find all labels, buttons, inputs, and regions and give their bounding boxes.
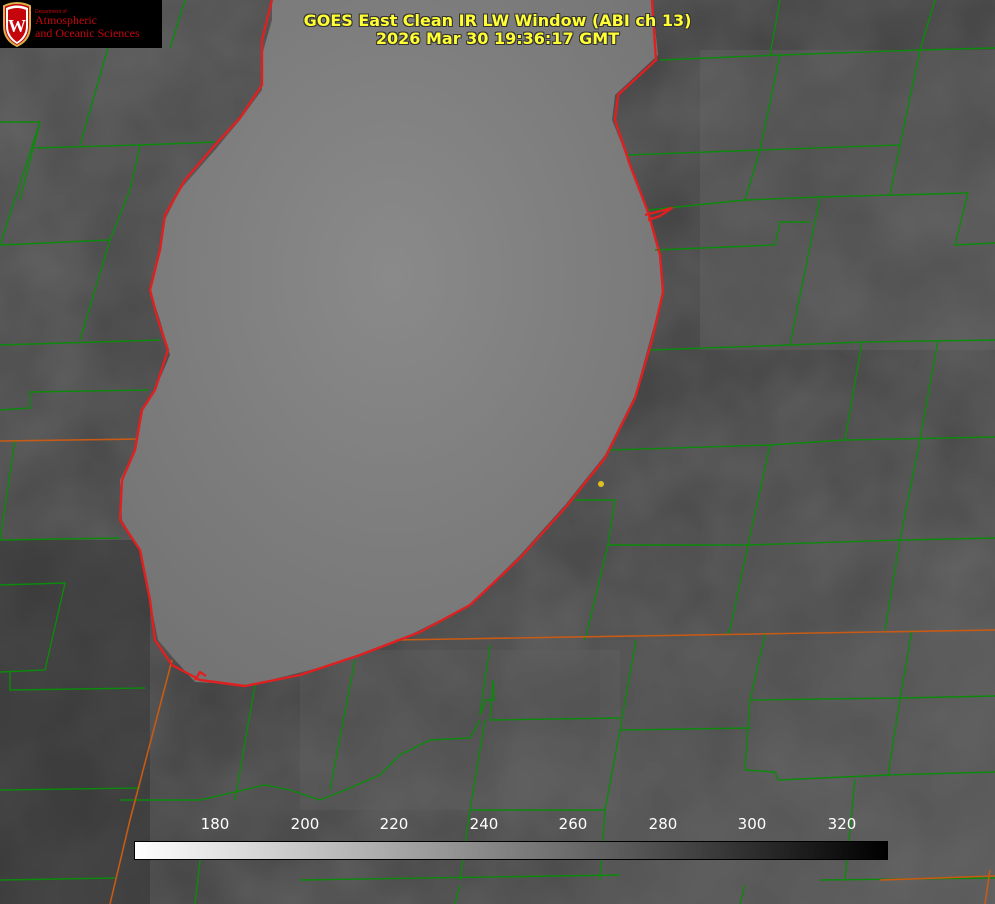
colorbar-tick-label: 320 [827,815,857,833]
crest-icon: W [3,2,31,48]
colorbar-tick-label: 200 [290,815,320,833]
cloud-patch-se [600,640,995,904]
location-marker[interactable] [598,481,604,487]
cloud-patch-s [300,650,620,810]
colorbar-tick-label: 260 [558,815,588,833]
colorbar-tick-label: 240 [469,815,499,833]
colorbar-tick-label: 300 [737,815,767,833]
uw-aos-logo[interactable]: W Department of Atmospheric and Oceanic … [0,0,162,48]
dark-patch-sw [0,540,150,904]
colorbar-tick-label: 220 [379,815,409,833]
svg-text:W: W [8,16,26,36]
satellite-map[interactable] [0,0,995,904]
temperature-colorbar [134,841,888,860]
logo-name-line2: and Oceanic Sciences [35,26,140,40]
colorbar-tick-label: 280 [648,815,678,833]
colorbar-tick-label: 180 [200,815,230,833]
